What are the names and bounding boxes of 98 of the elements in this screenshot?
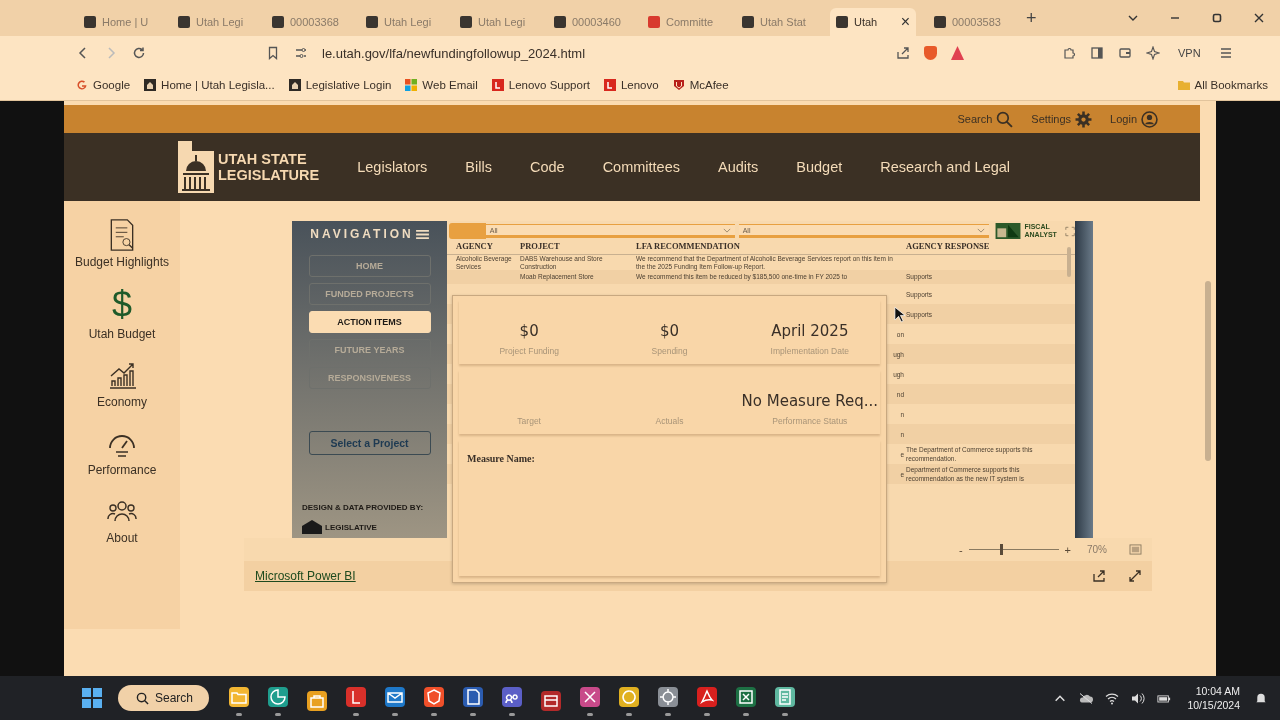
letter-l-icon — [603, 79, 616, 91]
bookmark-icon[interactable] — [266, 46, 280, 60]
address-field[interactable]: le.utah.gov/lfa/newfundingfollowup_2024.html — [322, 45, 882, 61]
search-icon — [136, 691, 149, 705]
nav-link[interactable]: Research and Legal — [880, 159, 1011, 175]
user-icon — [1141, 110, 1158, 128]
search-icon — [996, 110, 1014, 128]
close-tab-button[interactable]: × — [900, 13, 910, 31]
nav-link[interactable]: Legislators — [357, 159, 428, 175]
sidebar-label: Budget Highlights — [74, 255, 170, 269]
search-button[interactable]: Search — [118, 685, 210, 711]
windows-icon — [405, 79, 418, 91]
puzzle-icon[interactable] — [1062, 46, 1076, 60]
slider-thumb[interactable] — [1000, 544, 1004, 555]
kpi-label: Performance Status — [772, 416, 848, 426]
cursor-icon — [894, 306, 905, 323]
wifi-icon[interactable] — [1105, 691, 1120, 705]
menu-icon[interactable] — [415, 228, 429, 240]
clock[interactable]: 10:04 AM 10/15/2024 — [1187, 684, 1240, 712]
wallet-icon[interactable] — [1118, 46, 1132, 60]
reload-icon[interactable] — [132, 46, 146, 60]
site-logo-text[interactable]: UTAH STATE LEGISLATURE — [218, 151, 320, 183]
start-icon[interactable] — [82, 688, 102, 708]
kpi-value: $0 — [519, 322, 539, 340]
kpi-value: April 2025 — [771, 322, 849, 340]
sidebar-label: About — [106, 531, 138, 545]
nav-link[interactable]: Committees — [602, 159, 680, 175]
nav-link[interactable]: Budget — [796, 159, 843, 175]
restore-icon[interactable] — [1211, 12, 1223, 24]
bookmark-link[interactable]: Google — [76, 79, 131, 91]
notification-icon[interactable] — [1254, 691, 1268, 705]
kpi-value: $0 — [659, 322, 680, 340]
kpi-label: Project Funding — [499, 346, 559, 356]
bookmark-link[interactable]: Web Email — [405, 79, 478, 91]
bookmark-link[interactable]: Lenovo — [603, 79, 659, 91]
speaker-icon[interactable] — [1131, 691, 1146, 705]
sidebar-label: Economy — [97, 395, 147, 409]
nav-link[interactable]: Bills — [465, 159, 492, 175]
dollar-sign: $ — [112, 287, 132, 323]
sidebar-item[interactable]: Economy — [97, 359, 147, 409]
bookmark-link[interactable]: Lenovo Support — [491, 79, 590, 91]
all-bookmarks-link[interactable]: All Bookmarks — [1177, 79, 1268, 91]
sidebar-label: Performance — [87, 463, 157, 477]
utility-link[interactable]: Search — [957, 110, 1014, 128]
scrollbar-thumb[interactable] — [1067, 247, 1071, 277]
menu-icon[interactable] — [1218, 46, 1233, 60]
site-settings-icon[interactable] — [294, 46, 308, 60]
sidebar-item[interactable]: Performance — [87, 427, 157, 477]
bookmark-link[interactable]: McAfee — [672, 79, 729, 91]
kpi-label: Target — [517, 416, 541, 426]
cloud-icon[interactable] — [1079, 691, 1094, 705]
sidebar-item[interactable]: About — [106, 495, 138, 545]
kpi-label: Spending — [651, 346, 688, 356]
utility-link[interactable]: Login — [1110, 110, 1158, 128]
date-text: 10/15/2024 — [1187, 698, 1240, 712]
chevron-down-icon — [722, 227, 731, 233]
navigation-title: NAVIGATION — [310, 227, 414, 241]
utility-link[interactable]: Settings — [1031, 110, 1093, 128]
zoom-level: 70% — [1087, 544, 1107, 555]
zoom-out-button[interactable]: - — [958, 543, 963, 556]
zoom-in-button[interactable]: + — [1064, 543, 1071, 556]
shield-icon[interactable] — [924, 46, 937, 60]
sidebar-item[interactable]: Budget Highlights — [74, 219, 170, 269]
sparkle-icon[interactable] — [1146, 46, 1160, 60]
share-icon[interactable] — [896, 46, 910, 60]
building-icon — [995, 223, 1022, 239]
kpi-label: Implementation Date — [770, 346, 850, 356]
column-header[interactable]: AGENCY RESPONSE — [906, 241, 1068, 251]
nav-link[interactable]: Code — [529, 159, 565, 175]
letter-l-icon — [491, 79, 504, 91]
report-nav-button[interactable]: ACTION ITEMS — [308, 311, 431, 333]
kpi-label: Actuals — [655, 416, 684, 426]
page-scrollbar-thumb[interactable] — [1205, 281, 1211, 461]
folder-icon — [1177, 79, 1190, 91]
share-icon[interactable] — [1092, 569, 1106, 583]
logo-text: LEGISLATIVE — [325, 522, 377, 532]
bookmark-link[interactable]: Legislative Login — [288, 79, 392, 91]
kpi-value: No Measure Req... — [741, 392, 879, 410]
credit-text: DESIGN & DATA PROVIDED BY: — [301, 503, 424, 512]
new-tab-button[interactable]: + — [1026, 7, 1037, 29]
sidebar-icon[interactable] — [1090, 46, 1104, 60]
browser-tab[interactable]: Utah × — [830, 8, 916, 36]
chevron-down-icon — [977, 227, 986, 233]
column-header[interactable]: LFA RECOMMENDATION — [636, 241, 906, 251]
sidebar-label: Utah Budget — [88, 327, 156, 341]
bookmark-link[interactable]: Home | Utah Legisla... — [144, 79, 275, 91]
column-header[interactable]: AGENCY — [456, 241, 520, 251]
sidebar-item[interactable]: $ Utah Budget — [88, 287, 156, 341]
vpn-button[interactable]: VPN — [1174, 45, 1205, 61]
close-icon[interactable] — [1253, 12, 1265, 24]
settings-icon — [1075, 110, 1093, 128]
shield-icon — [672, 79, 685, 91]
column-header[interactable]: PROJECT — [520, 241, 636, 251]
fullscreen-icon[interactable] — [1128, 569, 1142, 583]
nav-link[interactable]: Audits — [718, 159, 759, 175]
google-icon — [76, 79, 88, 91]
time-text: 10:04 AM — [1195, 684, 1240, 698]
measure-label: Measure Name: — [467, 453, 535, 464]
